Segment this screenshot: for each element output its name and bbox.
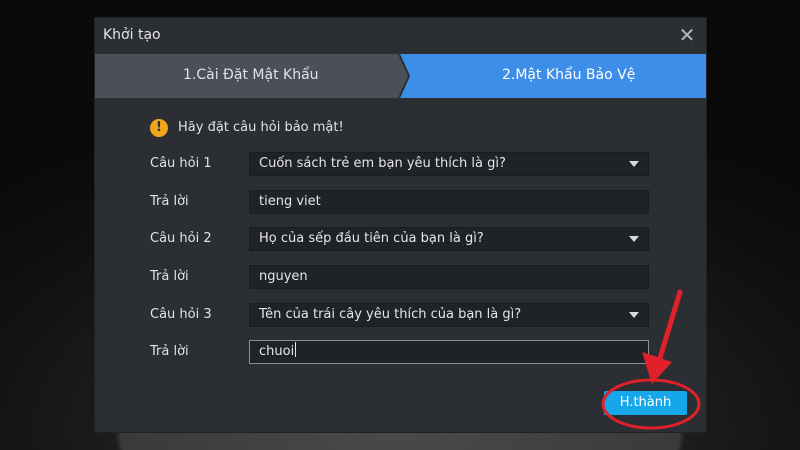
question-1-select[interactable]: Cuốn sách trẻ em bạn yêu thích là gì? [249, 152, 649, 176]
chevron-down-icon [629, 236, 639, 242]
chevron-down-icon [629, 312, 639, 318]
answer-3-input[interactable]: chuoi [249, 340, 649, 364]
question-3-label: Câu hỏi 3 [150, 307, 212, 322]
question-1-value: Cuốn sách trẻ em bạn yêu thích là gì? [259, 156, 506, 171]
answer-1-input[interactable]: tieng viet [249, 190, 649, 214]
finish-button[interactable]: H.thành [604, 391, 687, 415]
question-2-label: Câu hỏi 2 [150, 231, 212, 246]
notice-text: Hãy đặt câu hỏi bảo mật! [178, 120, 344, 135]
answer-2-label: Trả lời [150, 269, 189, 284]
warning-icon: ! [150, 119, 168, 137]
dialog-title: Khởi tạo [103, 27, 161, 43]
answer-3-label: Trả lời [150, 344, 189, 359]
question-2-value: Họ của sếp đầu tiên của bạn là gì? [259, 231, 484, 246]
close-icon[interactable]: ✕ [676, 24, 698, 46]
title-bar: Khởi tạo ✕ [95, 18, 706, 54]
answer-2-input[interactable]: nguyen [249, 265, 649, 289]
answer-2-value: nguyen [259, 269, 308, 284]
answer-1-value: tieng viet [259, 194, 321, 209]
step-protection-password-label: 2.Mật Khẩu Bảo Vệ [502, 67, 636, 83]
question-2-select[interactable]: Họ của sếp đầu tiên của bạn là gì? [249, 227, 649, 251]
question-3-select[interactable]: Tên của trái cây yêu thích của bạn là gì… [249, 303, 649, 327]
text-cursor [295, 342, 297, 357]
security-question-dialog: Khởi tạo ✕ 1.Cài Đặt Mật Khẩu 2.Mật Khẩu… [95, 18, 706, 432]
question-1-label: Câu hỏi 1 [150, 156, 212, 171]
chevron-down-icon [629, 161, 639, 167]
answer-1-label: Trả lời [150, 194, 189, 209]
answer-3-value: chuoi [259, 344, 295, 359]
question-3-value: Tên của trái cây yêu thích của bạn là gì… [259, 307, 522, 322]
step-set-password-label: 1.Cài Đặt Mật Khẩu [183, 67, 319, 83]
wizard-steps: 1.Cài Đặt Mật Khẩu 2.Mật Khẩu Bảo Vệ [95, 54, 706, 98]
